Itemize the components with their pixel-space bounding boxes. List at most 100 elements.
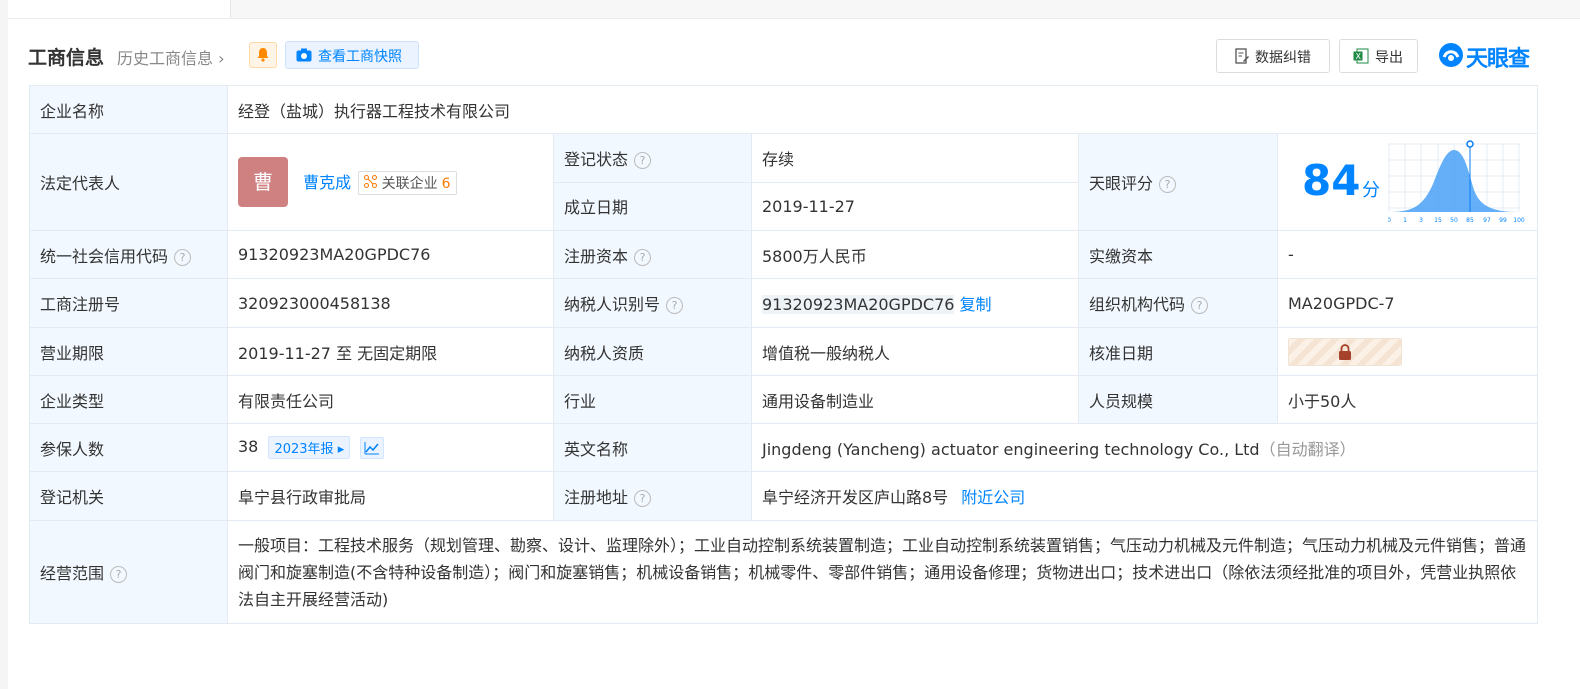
scope-label: 经营范围? [29, 520, 228, 624]
score-tick-label: 100 [1513, 217, 1525, 224]
industry-label: 行业 [553, 375, 752, 424]
reg-status-label: 登记状态? [553, 133, 752, 183]
table-row: 企业名称 经登（盐城）执行器工程技术有限公司 [29, 85, 1539, 134]
table-row: 统一社会信用代码? 91320923MA20GPDC76 注册资本? 5800万… [29, 230, 1539, 279]
help-icon[interactable]: ? [1191, 297, 1209, 314]
taxpayer-id: 91320923MA20GPDC76 [762, 295, 955, 314]
authority-label: 登记机关 [29, 471, 228, 521]
address-label: 注册地址? [553, 471, 752, 521]
nearby-companies-link[interactable]: 附近公司 [961, 488, 1025, 507]
company-name-label: 企业名称 [29, 85, 228, 134]
table-row: 法定代表人 曹 曹克成 关联企业 6 登记状态? 存续 天眼评分? 84 分 0… [29, 133, 1539, 231]
related-companies-button[interactable]: 关联企业 6 [358, 171, 457, 195]
help-icon[interactable]: ? [110, 566, 128, 583]
founded: 2019-11-27 [751, 181, 1079, 231]
taxpayer-id-cell: 91320923MA20GPDC76 复制 [751, 278, 1079, 328]
authority: 阜宁县行政审批局 [227, 471, 554, 521]
company-name: 经登（盐城）执行器工程技术有限公司 [226, 85, 1539, 134]
chevron-right-icon: › [218, 49, 225, 68]
org-code: MA20GPDC-7 [1276, 278, 1539, 328]
brand-name: 天眼查 [1466, 47, 1530, 72]
related-count: 6 [441, 176, 451, 192]
caret-right-icon: ▸ [337, 442, 345, 457]
english-name: Jingdeng (Yancheng) actuator engineering… [762, 439, 1260, 459]
help-icon[interactable]: ? [634, 248, 652, 266]
table-row: 登记机关 阜宁县行政审批局 注册地址? 阜宁经济开发区庐山路8号 附近公司 [29, 471, 1539, 521]
section-header: 工商信息 历史工商信息 › 查看工商快照 数据纠错 X 导出 天眼查 [28, 39, 1540, 73]
info-table: 企业名称 经登（盐城）执行器工程技术有限公司 法定代表人 曹 曹克成 关联企业 6… [29, 85, 1539, 624]
logo-icon [1439, 43, 1463, 67]
bell-icon[interactable] [249, 42, 277, 68]
score-tick-label: 97 [1483, 217, 1491, 224]
export-button[interactable]: X 导出 [1339, 39, 1418, 73]
section-title: 工商信息 [28, 47, 105, 69]
top-tab-strip [8, 0, 1580, 19]
table-row: 工商注册号 320923000458138 纳税人识别号? 91320923MA… [29, 278, 1539, 328]
legal-rep-cell: 曹 曹克成 关联企业 6 [227, 133, 554, 231]
biz-reg-no-label: 工商注册号 [29, 278, 228, 328]
staff-size-label: 人员规模 [1078, 375, 1278, 424]
history-link[interactable]: 历史工商信息 › [117, 45, 225, 69]
locked-value[interactable] [1288, 337, 1402, 366]
staff-size: 小于50人 [1276, 375, 1539, 424]
score-value: 84 [1302, 156, 1361, 205]
legal-rep-label: 法定代表人 [29, 133, 228, 231]
score-tick-label: 3 [1419, 217, 1423, 224]
edit-doc-icon [1235, 48, 1249, 64]
lock-icon [1339, 343, 1351, 360]
score-tick-label: 15 [1434, 217, 1442, 224]
export-label: 导出 [1375, 50, 1403, 66]
english-name-label: 英文名称 [553, 423, 752, 472]
approval-date-cell [1276, 327, 1539, 376]
help-icon[interactable]: ? [634, 151, 652, 169]
snapshot-button[interactable]: 查看工商快照 [285, 41, 419, 69]
report-tag[interactable]: 2023年报 ▸ [268, 436, 351, 459]
address-cell: 阜宁经济开发区庐山路8号 附近公司 [750, 471, 1539, 521]
taxpayer-qual: 增值税一般纳税人 [751, 327, 1079, 376]
table-row: 经营范围? 一般项目：工程技术服务（规划管理、勘察、设计、监理除外）；工业自动控… [29, 520, 1539, 624]
company-type: 有限责任公司 [227, 375, 554, 424]
taxpayer-id-label: 纳税人识别号? [553, 278, 752, 328]
help-icon[interactable]: ? [174, 248, 192, 266]
data-fix-button[interactable]: 数据纠错 [1216, 39, 1330, 73]
copy-link[interactable]: 复制 [960, 295, 992, 314]
approval-date-label: 核准日期 [1078, 327, 1278, 376]
avatar[interactable]: 曹 [238, 157, 288, 207]
business-scope: 一般项目：工程技术服务（规划管理、勘察、设计、监理除外）；工业自动控制系统装置制… [226, 520, 1539, 624]
taxpayer-qual-label: 纳税人资质 [553, 327, 752, 376]
tianyancha-logo: 天眼查 [1438, 41, 1538, 72]
english-name-cell: Jingdeng (Yancheng) actuator engineering… [750, 423, 1539, 472]
score-tick-label: 50 [1450, 217, 1458, 224]
paid-capital-label: 实缴资本 [1078, 230, 1278, 279]
score-tick-label: 85 [1466, 217, 1474, 224]
credit-code: 91320923MA20GPDC76 [227, 230, 554, 279]
insured-label: 参保人数 [29, 423, 228, 472]
network-icon [364, 175, 378, 188]
score-tick-label: 99 [1499, 217, 1507, 224]
related-label: 关联企业 [381, 176, 438, 192]
top-tab[interactable] [8, 0, 231, 18]
term: 2019-11-27 至 无固定期限 [227, 327, 554, 376]
term-label: 营业期限 [29, 327, 228, 376]
reg-capital-label: 注册资本? [553, 230, 752, 279]
auto-translate-note: （自动翻译） [1259, 439, 1356, 459]
paid-capital: - [1276, 230, 1539, 279]
insured-cell: 38 2023年报 ▸ [227, 423, 554, 472]
legal-rep-name[interactable]: 曹克成 [303, 173, 351, 192]
org-code-label: 组织机构代码? [1078, 278, 1278, 328]
address: 阜宁经济开发区庐山路8号 [762, 488, 949, 507]
help-icon[interactable]: ? [666, 297, 684, 314]
trend-chart-icon[interactable] [360, 436, 385, 459]
snapshot-label: 查看工商快照 [318, 49, 402, 65]
business-info-card: 工商信息 历史工商信息 › 查看工商快照 数据纠错 X 导出 天眼查 企业名称 … [8, 19, 1580, 689]
help-icon[interactable]: ? [1159, 176, 1177, 193]
excel-icon: X [1353, 48, 1369, 64]
score-cell[interactable]: 84 分 0 1 3 15 50 85 97 99 100 [1276, 133, 1539, 231]
table-row: 营业期限 2019-11-27 至 无固定期限 纳税人资质 增值税一般纳税人 核… [29, 327, 1539, 376]
industry: 通用设备制造业 [751, 375, 1079, 424]
biz-reg-no: 320923000458138 [227, 278, 554, 328]
table-row: 参保人数 38 2023年报 ▸ 英文名称 Jingdeng (Yancheng… [29, 423, 1539, 472]
camera-icon [296, 48, 312, 62]
help-icon[interactable]: ? [634, 490, 652, 507]
reg-status: 存续 [751, 133, 1079, 183]
